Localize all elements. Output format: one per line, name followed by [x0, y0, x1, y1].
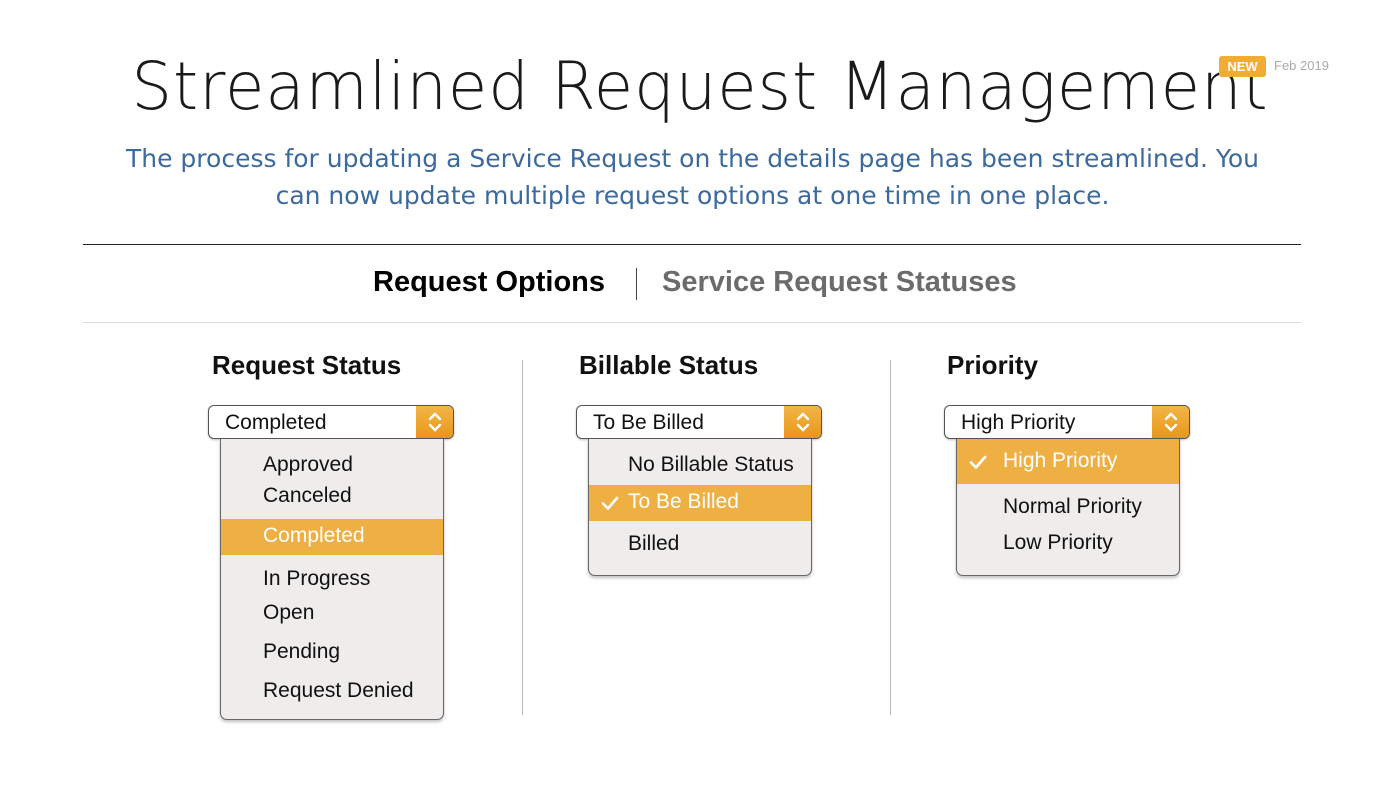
up-down-chevron-icon[interactable] — [1152, 406, 1189, 438]
request-status-select[interactable]: Completed — [208, 405, 454, 439]
tab-bar: Request Options Service Request Statuses — [0, 266, 1400, 302]
menu-item-pending[interactable]: Pending — [221, 640, 443, 668]
menu-item-request-denied[interactable]: Request Denied — [221, 679, 443, 707]
menu-item-label: Approved — [263, 453, 353, 476]
billable-status-select[interactable]: To Be Billed — [576, 405, 822, 439]
column-divider — [890, 360, 891, 715]
menu-item-low-priority[interactable]: Low Priority — [957, 531, 1179, 559]
menu-item-label: To Be Billed — [628, 490, 739, 513]
menu-item-label: High Priority — [1003, 449, 1118, 472]
top-divider — [83, 244, 1301, 245]
request-status-heading: Request Status — [212, 350, 402, 380]
checkmark-icon — [969, 453, 987, 477]
menu-item-billed[interactable]: Billed — [589, 532, 811, 560]
billable-status-heading: Billable Status — [579, 350, 759, 380]
page-title: Streamlined Request Management — [131, 48, 1269, 125]
priority-select[interactable]: High Priority — [944, 405, 1190, 439]
tab-bar-divider — [83, 322, 1301, 323]
menu-item-label: Open — [263, 601, 315, 624]
priority-menu: High Priority Normal Priority Low Priori… — [956, 439, 1180, 576]
up-down-chevron-icon[interactable] — [784, 406, 821, 438]
tab-separator — [636, 268, 637, 300]
menu-item-label: Low Priority — [1003, 531, 1113, 554]
billable-status-menu: No Billable Status To Be Billed Billed — [588, 439, 812, 576]
menu-item-high-priority[interactable]: High Priority — [957, 439, 1179, 484]
menu-item-label: Pending — [263, 640, 341, 663]
priority-heading: Priority — [947, 350, 1039, 380]
request-status-menu: Approved Canceled Completed In Progress … — [220, 439, 444, 720]
menu-item-to-be-billed[interactable]: To Be Billed — [589, 485, 811, 521]
checkmark-icon — [601, 494, 619, 518]
subtitle-line-1: The process for updating a Service Reque… — [125, 144, 1260, 173]
select-value: To Be Billed — [593, 411, 704, 434]
tab-service-request-statuses[interactable]: Service Request Statuses — [662, 266, 1017, 299]
menu-item-label: Normal Priority — [1003, 495, 1142, 518]
menu-item-label: Completed — [263, 524, 365, 547]
subtitle-line-2: can now update multiple request options … — [275, 181, 1110, 210]
menu-item-open[interactable]: Open — [221, 601, 443, 629]
select-value: Completed — [225, 411, 327, 434]
menu-item-label: In Progress — [263, 567, 371, 590]
menu-item-approved[interactable]: Approved — [221, 453, 443, 481]
column-divider — [522, 360, 523, 715]
new-badge: NEW — [1219, 56, 1266, 77]
up-down-chevron-icon[interactable] — [416, 406, 453, 438]
tab-request-options[interactable]: Request Options — [373, 266, 605, 299]
menu-item-completed[interactable]: Completed — [221, 519, 443, 555]
release-date: Feb 2019 — [1274, 58, 1329, 73]
menu-item-canceled[interactable]: Canceled — [221, 484, 443, 512]
menu-item-label: No Billable Status — [628, 453, 794, 476]
menu-item-no-billable-status[interactable]: No Billable Status — [589, 453, 811, 481]
menu-item-label: Billed — [628, 532, 680, 555]
select-value: High Priority — [961, 411, 1076, 434]
menu-item-in-progress[interactable]: In Progress — [221, 567, 443, 595]
menu-item-label: Canceled — [263, 484, 352, 507]
menu-item-label: Request Denied — [263, 679, 414, 702]
page-subtitle: The process for updating a Service Reque… — [120, 140, 1265, 214]
menu-item-normal-priority[interactable]: Normal Priority — [957, 495, 1179, 523]
